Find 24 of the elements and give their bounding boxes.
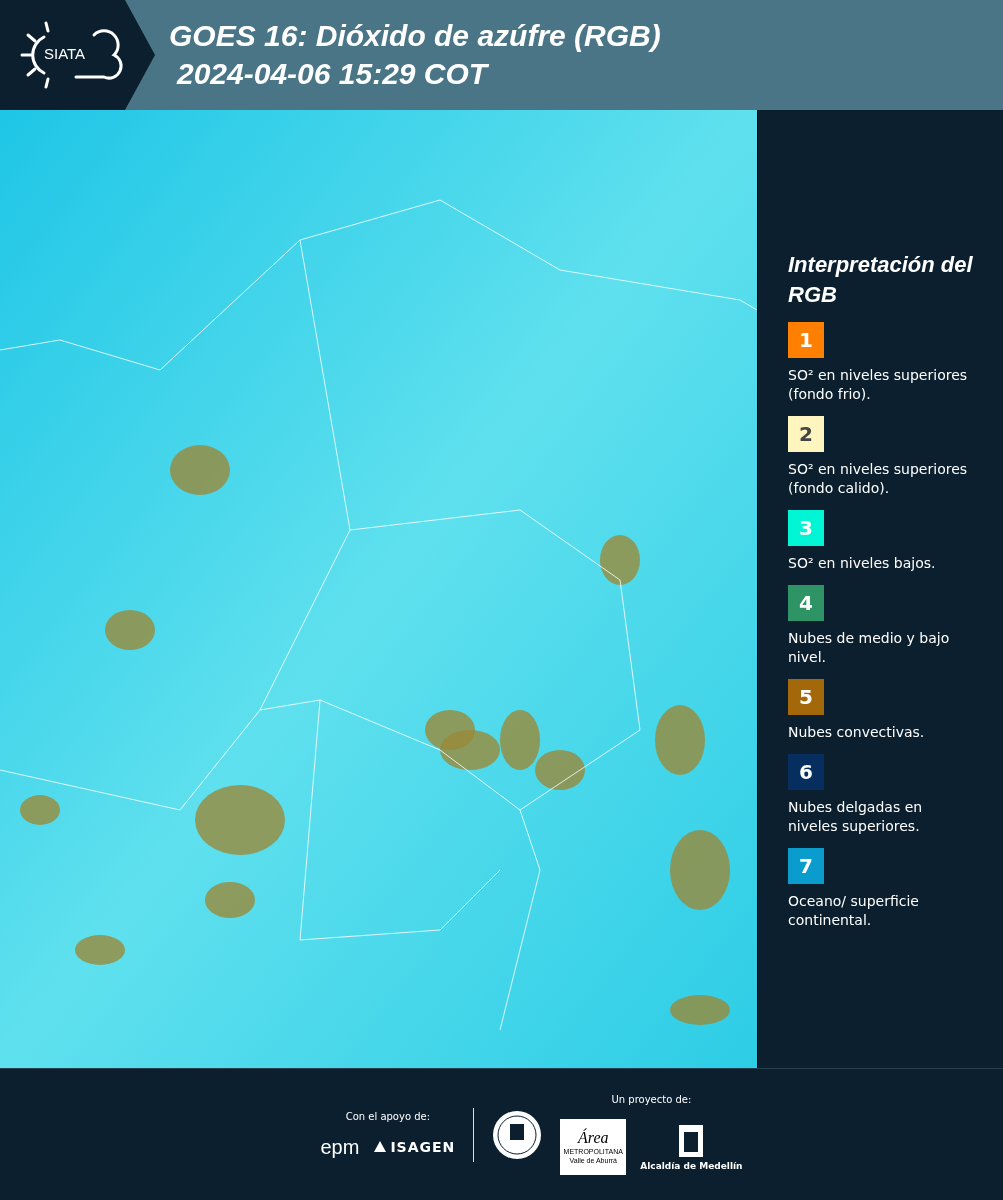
color-swatch: 7 [788, 848, 824, 884]
color-swatch: 5 [788, 679, 824, 715]
legend-text: SO² en niveles bajos. [788, 554, 937, 573]
isagen-logo: ISAGEN [373, 1139, 456, 1155]
support-label: Con el apoyo de: [345, 1110, 431, 1122]
legend-text: Oceano/ superficie continental. [788, 892, 920, 930]
legend-text: Nubes convectivas. [788, 723, 926, 742]
timestamp: 2024-04-06 15:29 COT [175, 56, 490, 92]
alcaldia-label: Alcaldía de Medellín [640, 1160, 743, 1171]
color-swatch: 3 [788, 510, 824, 546]
color-swatch: 4 [788, 585, 824, 621]
color-swatch: 6 [788, 754, 824, 790]
legend-text: Nubes de medio y bajo nivel. [788, 629, 951, 667]
epm-logo: epm [320, 1135, 360, 1159]
legend-text: Nubes delgadas en niveles superiores. [788, 798, 924, 836]
seal-icon [492, 1109, 543, 1160]
legend-title: Interpretación del RGB [788, 251, 973, 309]
siata-logo: SIATA [14, 15, 124, 95]
color-swatch: 1 [788, 322, 824, 358]
project-label: Un proyecto de: [611, 1094, 692, 1105]
color-swatch: 2 [788, 416, 824, 452]
legend-text: SO² en niveles superiores (fondo frio). [788, 366, 969, 404]
title: GOES 16: Dióxido de azúfre (RGB) [169, 18, 661, 54]
legend-text: SO² en niveles superiores (fondo calido). [788, 460, 969, 498]
